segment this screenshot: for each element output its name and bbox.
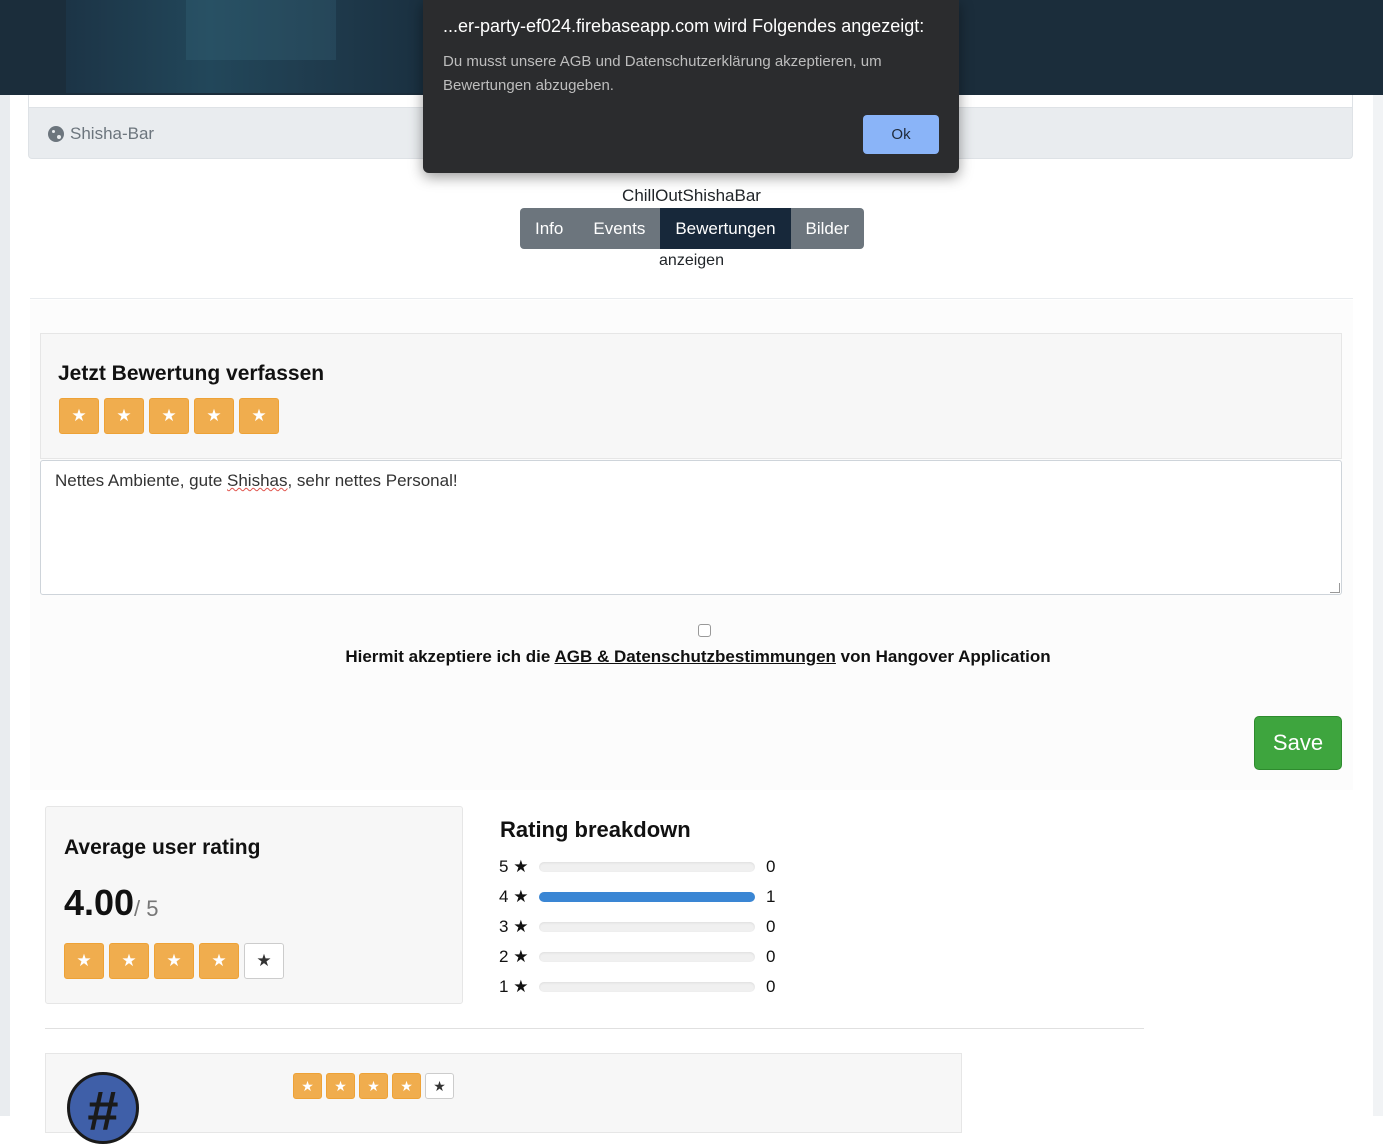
alert-dialog: ...er-party-ef024.firebaseapp.com wird F… — [423, 0, 959, 173]
save-button[interactable]: Save — [1254, 716, 1342, 770]
breakdown-row: 5 ★ 0 — [499, 856, 775, 878]
breakdown-label: 3 ★ — [499, 917, 529, 936]
breakdown-count: 0 — [766, 977, 776, 996]
rating-star-5[interactable]: ★ — [239, 398, 279, 434]
breakdown-label: 1 ★ — [499, 977, 529, 996]
star-icon: ★ — [199, 943, 239, 979]
average-rating-value: 4.00 — [64, 882, 135, 923]
star-empty-icon: ★ — [425, 1073, 454, 1099]
average-rating-title: Average user rating — [64, 836, 261, 859]
breakdown-bar — [539, 862, 755, 872]
review-textarea[interactable]: Nettes Ambiente, gute Shishas, sehr nett… — [40, 460, 1342, 595]
divider — [30, 298, 1353, 299]
breakdown-row: 3 ★ 0 — [499, 916, 775, 938]
breakdown-count: 0 — [766, 947, 776, 966]
star-icon: ★ — [64, 943, 104, 979]
breakdown-row: 1 ★ 0 — [499, 976, 775, 998]
breakdown-label: 4 ★ — [499, 887, 529, 906]
tab-info[interactable]: Info — [520, 208, 579, 249]
user-review-card — [45, 1053, 962, 1133]
dialog-message: Du musst unsere AGB und Datenschutzerklä… — [443, 53, 882, 94]
palette-icon — [48, 126, 64, 142]
review-text-part: Nettes Ambiente, gute — [55, 471, 227, 490]
venue-name: ChillOutShishaBar — [622, 186, 761, 205]
rating-star-4[interactable]: ★ — [194, 398, 234, 434]
venue-tabs: Info Events Bewertungen Bilder — [520, 208, 864, 249]
user-review-stars: ★ ★ ★ ★ ★ — [293, 1073, 458, 1099]
tab-bewertungen[interactable]: Bewertungen — [660, 208, 791, 249]
review-text-part: , sehr nettes Personal! — [287, 471, 458, 490]
breakdown-title: Rating breakdown — [500, 817, 691, 842]
breakdown-count: 0 — [766, 857, 776, 876]
tab-bilder[interactable]: Bilder — [790, 208, 864, 249]
rating-input: ★ ★ ★ ★ ★ — [59, 398, 284, 434]
breakdown-count: 1 — [766, 887, 776, 906]
breakdown-count: 0 — [766, 917, 776, 936]
breakdown-label: 2 ★ — [499, 947, 529, 966]
star-icon: ★ — [392, 1073, 421, 1099]
show-label: anzeigen — [659, 252, 724, 269]
breakdown-bar — [539, 982, 755, 992]
write-review-header — [40, 333, 1342, 459]
breakdown-row: 2 ★ 0 — [499, 946, 775, 968]
category-text: Shisha-Bar — [70, 124, 155, 143]
misspelled-word: Shishas — [227, 471, 288, 490]
avatar: # — [67, 1072, 139, 1144]
average-stars: ★ ★ ★ ★ ★ — [64, 943, 289, 979]
breakdown-row: 4 ★ 1 — [499, 886, 775, 908]
breakdown-bar — [539, 892, 755, 902]
rating-star-1[interactable]: ★ — [59, 398, 99, 434]
dialog-ok-button[interactable]: Ok — [863, 115, 939, 154]
star-icon: ★ — [359, 1073, 388, 1099]
page-right-edge — [1373, 95, 1383, 1116]
dialog-title: ...er-party-ef024.firebaseapp.com wird F… — [443, 16, 925, 36]
textarea-resize-handle[interactable] — [1330, 583, 1340, 593]
star-icon: ★ — [154, 943, 194, 979]
category-label: Shisha-Bar — [48, 124, 154, 144]
average-rating-max: / 5 — [134, 896, 159, 921]
breakdown-label: 5 ★ — [499, 857, 529, 876]
breakdown-bar — [539, 922, 755, 932]
write-review-title: Jetzt Bewertung verfassen — [58, 362, 325, 385]
page-left-edge — [0, 95, 10, 1116]
agb-link[interactable]: AGB & Datenschutzbestimmungen — [554, 647, 835, 666]
rating-star-3[interactable]: ★ — [149, 398, 189, 434]
agb-checkbox[interactable] — [698, 624, 711, 637]
agb-prefix: Hiermit akzeptiere ich die — [345, 647, 555, 666]
star-icon: ★ — [293, 1073, 322, 1099]
star-empty-icon: ★ — [244, 943, 284, 979]
agb-suffix: von Hangover Application — [835, 647, 1051, 666]
breakdown-bar — [539, 952, 755, 962]
venue-cover-image — [66, 0, 426, 93]
tab-events[interactable]: Events — [578, 208, 661, 249]
divider — [45, 1028, 1144, 1029]
star-icon: ★ — [326, 1073, 355, 1099]
agb-consent-text: Hiermit akzeptiere ich die AGB & Datensc… — [0, 647, 1383, 667]
rating-star-2[interactable]: ★ — [104, 398, 144, 434]
star-icon: ★ — [109, 943, 149, 979]
